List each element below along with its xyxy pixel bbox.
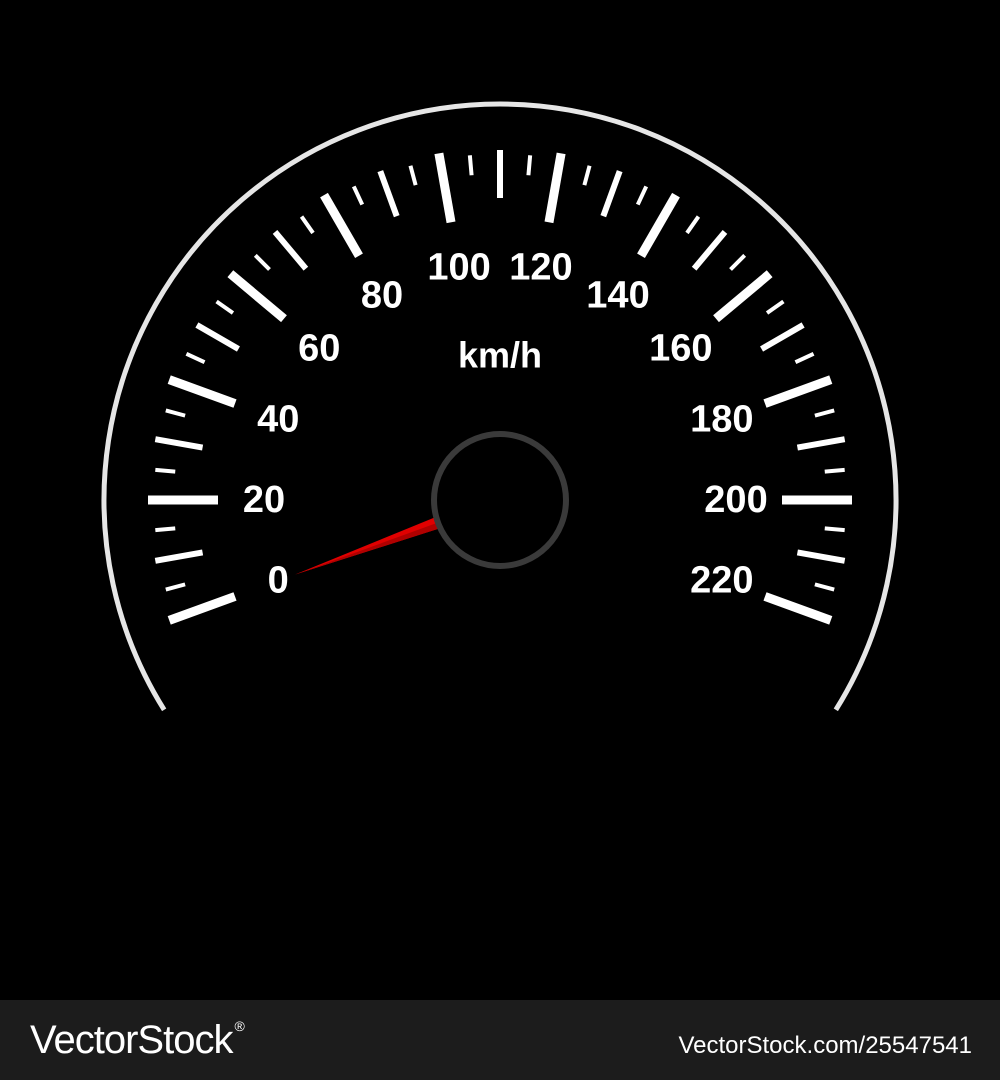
tick-label-80: 80: [361, 275, 403, 317]
tick-label-140: 140: [586, 275, 649, 317]
watermark-footer: VectorStock ® VectorStock.com/25547541: [0, 1000, 1000, 1080]
major-tick: [763, 375, 833, 408]
minor-tick: [729, 253, 747, 271]
mid-tick: [760, 322, 805, 352]
minor-tick: [635, 185, 649, 206]
minor-tick: [351, 185, 365, 206]
tick-label-160: 160: [649, 327, 712, 369]
tick-label-180: 180: [690, 398, 753, 440]
mid-tick: [600, 170, 623, 218]
minor-tick: [408, 165, 418, 186]
mid-tick: [154, 436, 204, 451]
tick-label-220: 220: [690, 560, 753, 602]
major-tick: [637, 192, 680, 259]
mid-tick: [796, 436, 846, 451]
minor-tick: [685, 215, 701, 235]
minor-tick: [165, 408, 186, 418]
minor-tick: [814, 582, 835, 592]
minor-tick: [155, 526, 176, 533]
speedometer-dial: 0 20 40 60 80 100 120 140160 180 200 220 km/h: [101, 101, 899, 712]
minor-tick: [794, 351, 815, 365]
major-tick: [544, 152, 566, 224]
minor-tick: [165, 582, 186, 592]
mid-tick: [796, 549, 846, 564]
stock-id: VectorStock.com/25547541: [678, 1032, 972, 1059]
major-tick: [167, 592, 237, 625]
major-tick: [763, 592, 833, 625]
mid-tick: [195, 322, 240, 352]
tick-label-120: 120: [509, 247, 572, 289]
tick-label-200: 200: [704, 479, 767, 521]
tick-label-100: 100: [427, 247, 490, 289]
registered-mark: ®: [234, 1018, 244, 1034]
tick-label-0: 0: [268, 560, 289, 602]
minor-tick: [582, 165, 592, 186]
tick-label-60: 60: [298, 327, 340, 369]
minor-tick: [814, 408, 835, 418]
major-tick: [713, 270, 773, 323]
minor-tick: [253, 253, 271, 271]
minor-tick: [185, 351, 206, 365]
mid-tick: [272, 229, 309, 271]
major-tick: [434, 152, 456, 224]
major-tick: [320, 192, 363, 259]
minor-tick: [824, 526, 845, 533]
minor-tick: [765, 299, 785, 315]
minor-tick: [155, 467, 176, 474]
brand-logo: VectorStock ®: [30, 1018, 245, 1063]
mid-tick: [691, 229, 728, 271]
minor-tick: [299, 215, 315, 235]
mid-tick: [377, 170, 400, 218]
needle-hub: [431, 431, 569, 569]
brand-name: VectorStock: [30, 1018, 233, 1062]
speedometer: 0 20 40 60 80 100 120 140 160 180 200 220 km/h: [0, 0, 1000, 1000]
major-tick: [227, 270, 287, 323]
minor-tick: [215, 299, 235, 315]
tick-label-40: 40: [257, 398, 299, 440]
mid-tick: [154, 549, 204, 564]
major-tick: [167, 375, 237, 408]
unit-label: km/h: [458, 335, 542, 376]
minor-tick: [824, 467, 845, 474]
tick-label-20: 20: [243, 479, 285, 521]
minor-tick: [467, 155, 474, 176]
minor-tick: [526, 155, 533, 176]
